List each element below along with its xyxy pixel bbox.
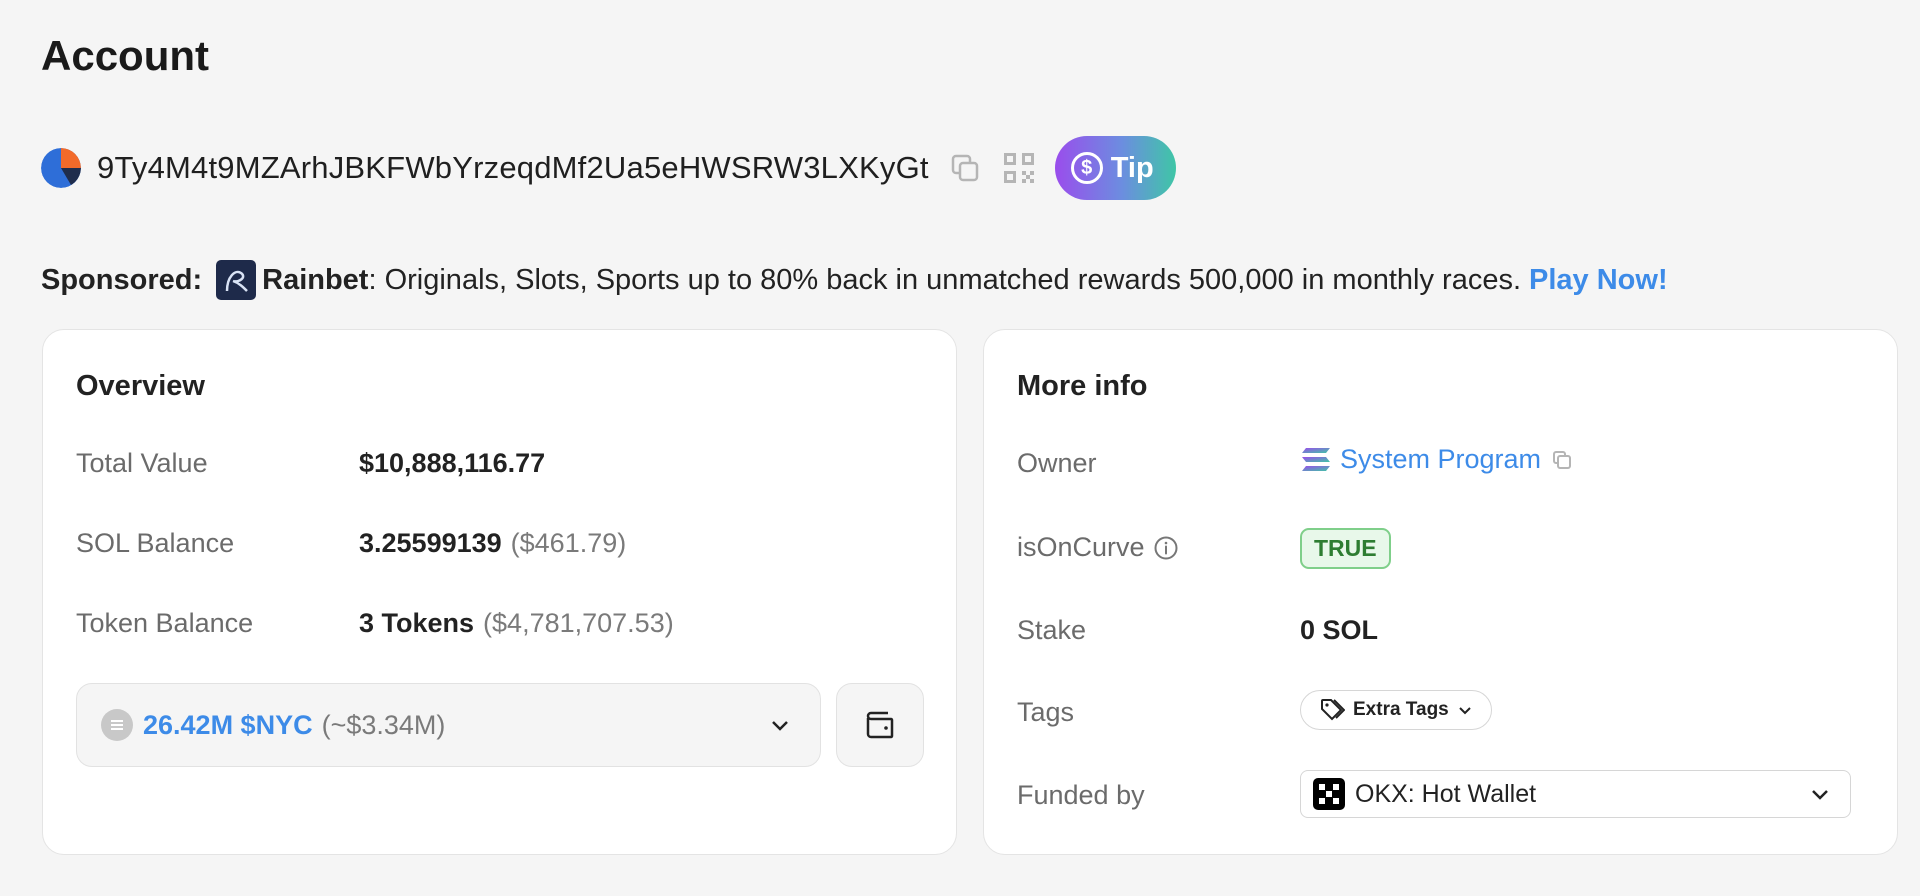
sol-balance-amount: 3.25599139 bbox=[359, 528, 502, 558]
extra-tags-label: Extra Tags bbox=[1353, 699, 1449, 720]
total-value: $10,888,116.77 bbox=[359, 448, 545, 479]
true-badge: TRUE bbox=[1300, 528, 1391, 569]
stake-value-row: 0 SOL bbox=[1300, 615, 1378, 646]
owner-value: System Program bbox=[1300, 444, 1573, 475]
funded-by-dropdown[interactable]: OKX: Hot Wallet bbox=[1300, 770, 1851, 818]
play-now-link[interactable]: Play Now! bbox=[1529, 264, 1668, 297]
token-select-dropdown[interactable]: 26.42M $NYC (~$3.34M) bbox=[76, 683, 821, 767]
sponsor-label: Sponsored: bbox=[41, 263, 203, 296]
is-on-curve-label: isOnCurve bbox=[1017, 532, 1145, 562]
page-title: Account bbox=[41, 32, 209, 79]
tags-label: Tags bbox=[1017, 697, 1075, 727]
account-avatar bbox=[41, 148, 81, 188]
token-balance-amount: 3 Tokens bbox=[359, 608, 475, 638]
okx-logo-icon bbox=[1313, 778, 1345, 810]
qr-code-button[interactable] bbox=[1001, 150, 1037, 186]
owner-link[interactable]: System Program bbox=[1340, 444, 1541, 475]
account-address: 9Ty4M4t9MZArhJBKFWbYrzeqdMf2Ua5eHWSRW3LX… bbox=[97, 150, 929, 185]
stake-label: Stake bbox=[1017, 615, 1087, 645]
chevron-down-icon bbox=[1459, 707, 1471, 715]
sponsor-name: Rainbet bbox=[262, 263, 369, 296]
rainbet-logo-icon bbox=[216, 260, 257, 300]
address-row: 9Ty4M4t9MZArhJBKFWbYrzeqdMf2Ua5eHWSRW3LX… bbox=[41, 136, 1176, 200]
overview-title: Overview bbox=[76, 370, 205, 402]
funded-by-value: OKX: Hot Wallet bbox=[1300, 770, 1851, 818]
is-on-curve-value: TRUE bbox=[1300, 528, 1391, 569]
total-value-amount: $10,888,116.77 bbox=[359, 448, 546, 478]
token-icon bbox=[101, 709, 133, 741]
token-balance: 3 Tokens ($4,781,707.53) bbox=[359, 608, 674, 639]
wallet-icon bbox=[866, 711, 894, 739]
sponsor-text: : Originals, Slots, Sports up to 80% bac… bbox=[368, 263, 1522, 296]
stake-value: 0 SOL bbox=[1300, 615, 1379, 645]
tags-value: Extra Tags bbox=[1300, 690, 1492, 730]
token-balance-label: Token Balance bbox=[76, 608, 254, 638]
chevron-down-icon bbox=[1812, 790, 1828, 800]
total-value-label: Total Value bbox=[76, 448, 208, 478]
sol-balance: 3.25599139 ($461.79) bbox=[359, 528, 626, 559]
tip-button[interactable]: $ Tip bbox=[1054, 136, 1176, 200]
sol-balance-usd: ($461.79) bbox=[510, 528, 627, 558]
overview-card: Overview Total Value $10,888,116.77 SOL … bbox=[42, 329, 957, 855]
sol-balance-label: SOL Balance bbox=[76, 528, 235, 558]
extra-tags-button[interactable]: Extra Tags bbox=[1300, 690, 1492, 730]
more-info-card: More info Owner System Program isOnCurve bbox=[983, 329, 1898, 855]
token-amount: 26.42M $NYC bbox=[143, 709, 313, 740]
token-balance-usd: ($4,781,707.53) bbox=[483, 608, 674, 638]
sponsor-banner: Sponsored: Rainbet : Originals, Slots, S… bbox=[41, 260, 1668, 300]
info-icon[interactable] bbox=[1153, 535, 1179, 561]
wallet-button[interactable] bbox=[836, 683, 924, 767]
is-on-curve-label-row: isOnCurve bbox=[1017, 532, 1179, 563]
qr-code-icon bbox=[1003, 153, 1034, 183]
tip-label: Tip bbox=[1110, 151, 1154, 184]
copy-owner-button[interactable] bbox=[1551, 449, 1573, 471]
funded-by-label: Funded by bbox=[1017, 780, 1145, 810]
solana-icon bbox=[1302, 447, 1330, 471]
chevron-down-icon bbox=[772, 721, 788, 731]
copy-address-button[interactable] bbox=[947, 150, 983, 186]
tag-icon bbox=[1321, 699, 1345, 721]
token-usd: (~$3.34M) bbox=[321, 709, 446, 740]
more-info-title: More info bbox=[1017, 370, 1148, 402]
copy-icon bbox=[1553, 450, 1572, 469]
dollar-icon: $ bbox=[1070, 152, 1103, 184]
copy-icon bbox=[951, 154, 978, 182]
funded-by-text: OKX: Hot Wallet bbox=[1355, 779, 1537, 808]
owner-label: Owner bbox=[1017, 448, 1097, 478]
